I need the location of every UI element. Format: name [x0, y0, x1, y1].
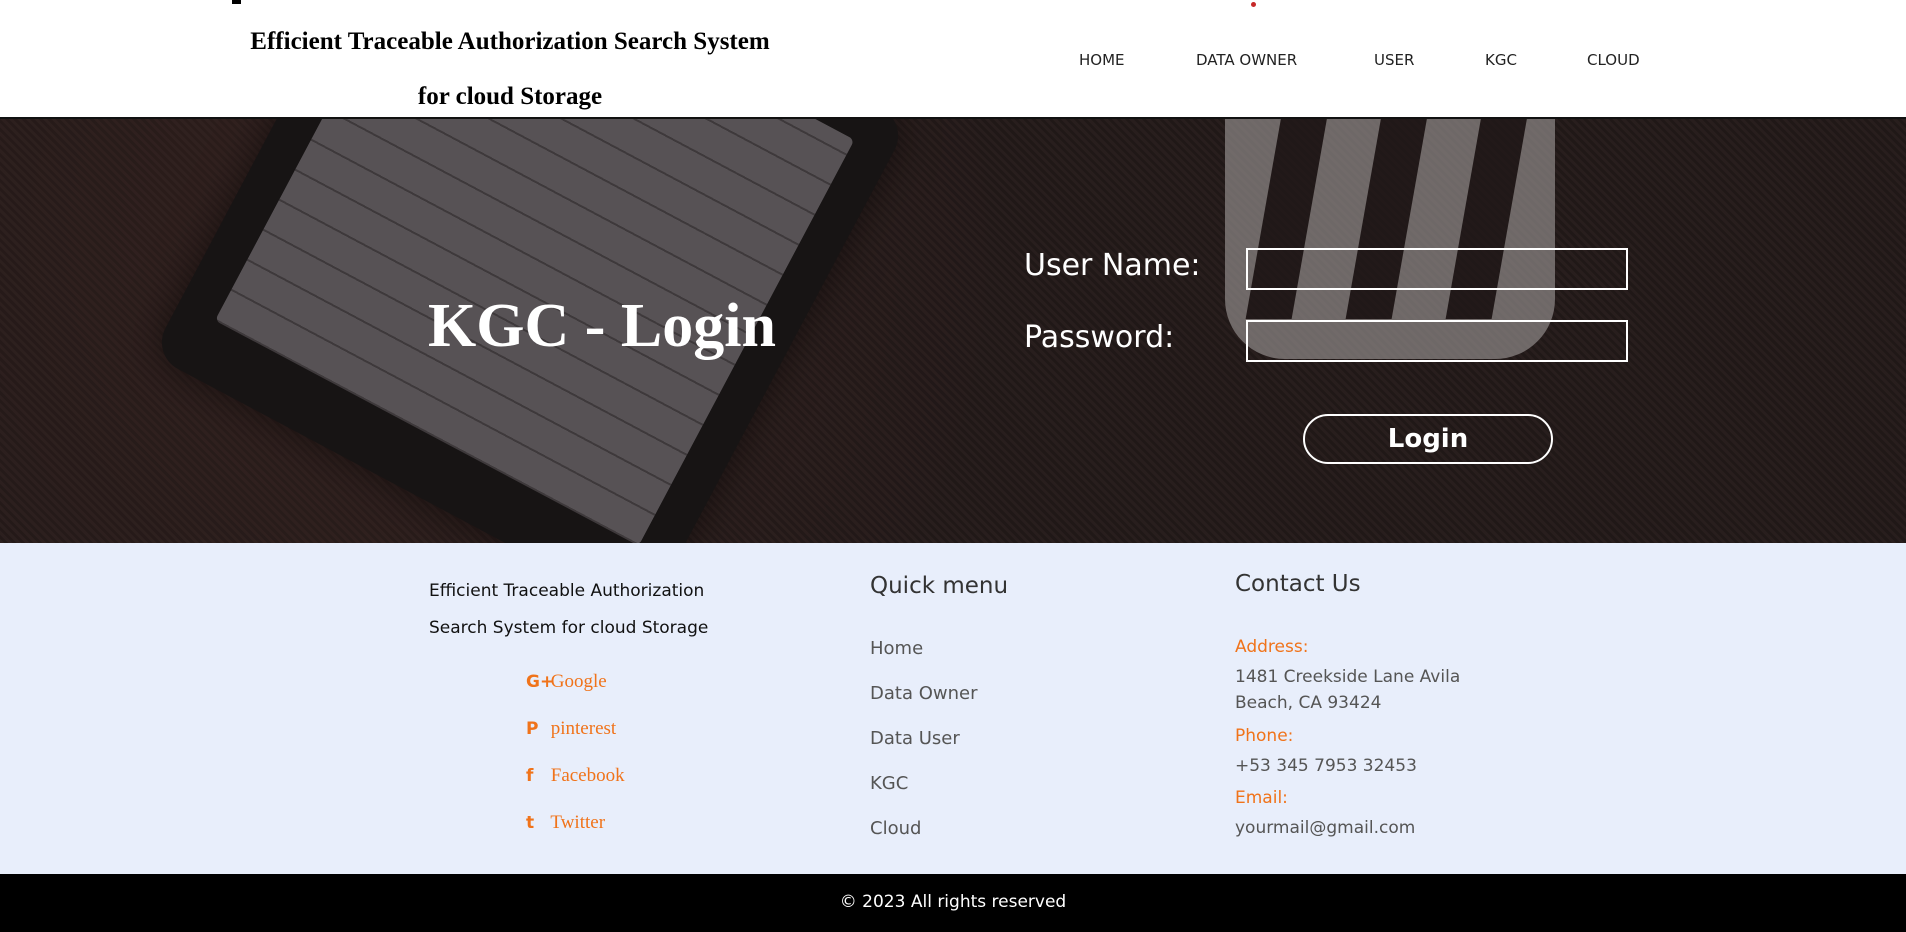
quick-menu-data-owner[interactable]: Data Owner — [870, 683, 977, 704]
contact-title: Contact Us — [1235, 571, 1361, 597]
facebook-icon: f — [526, 766, 534, 786]
social-link-twitter[interactable]: t Twitter — [526, 812, 605, 834]
phone-label: Phone: — [1235, 726, 1294, 746]
social-label: pinterest — [550, 718, 617, 739]
phone-value: +53 345 7953 32453 — [1235, 756, 1417, 776]
quick-menu-home[interactable]: Home — [870, 638, 923, 659]
address-label: Address: — [1235, 637, 1309, 657]
nav-data-owner[interactable]: DATA OWNER — [1196, 51, 1297, 69]
nav-kgc[interactable]: KGC — [1485, 51, 1517, 69]
social-label: Google — [550, 671, 607, 692]
site-title-line2: for cloud Storage — [417, 83, 603, 110]
social-link-pinterest[interactable]: P pinterest — [526, 718, 616, 740]
twitter-icon: t — [526, 813, 535, 833]
copyright-bar: © 2023 All rights reserved — [0, 874, 1906, 932]
copyright-text: © 2023 All rights reserved — [839, 892, 1067, 912]
google-plus-icon: G+ — [526, 672, 555, 692]
quick-menu-data-user[interactable]: Data User — [870, 728, 960, 749]
login-button[interactable]: Login — [1303, 414, 1553, 464]
username-label: User Name: — [1024, 248, 1201, 283]
decorative-mark — [232, 0, 241, 4]
site-footer: Efficient Traceable Authorization Search… — [0, 543, 1906, 874]
nav-cloud[interactable]: CLOUD — [1587, 51, 1640, 69]
username-input[interactable] — [1246, 248, 1628, 290]
site-title-line1: Efficient Traceable Authorization Search… — [250, 28, 770, 55]
password-label: Password: — [1024, 320, 1175, 355]
footer-about: Efficient Traceable Authorization Search… — [429, 573, 749, 647]
nav-home[interactable]: HOME — [1079, 51, 1125, 69]
footer-about-line1: Efficient Traceable Authorization — [429, 581, 705, 601]
decorative-dot — [1251, 2, 1256, 7]
social-link-facebook[interactable]: f Facebook — [526, 765, 625, 787]
site-header: Efficient Traceable Authorization Search… — [0, 0, 1906, 119]
quick-menu-title: Quick menu — [870, 573, 1009, 599]
quick-menu-kgc[interactable]: KGC — [870, 773, 908, 794]
address-value: 1481 Creekside Lane Avila Beach, CA 9342… — [1235, 667, 1461, 713]
social-label: Facebook — [550, 765, 625, 786]
nav-user[interactable]: USER — [1374, 51, 1414, 69]
login-hero: KGC - Login User Name: Password: Login — [0, 119, 1906, 543]
site-title: Efficient Traceable Authorization Search… — [230, 14, 790, 124]
social-link-google[interactable]: G+ Google — [526, 671, 607, 693]
page-title: KGC - Login — [428, 292, 776, 360]
social-label: Twitter — [550, 812, 606, 833]
email-value: yourmail@gmail.com — [1235, 818, 1416, 838]
email-label: Email: — [1235, 788, 1288, 808]
quick-menu-cloud[interactable]: Cloud — [870, 818, 921, 839]
pinterest-icon: P — [526, 719, 539, 739]
password-input[interactable] — [1246, 320, 1628, 362]
footer-about-line2: Search System for cloud Storage — [429, 618, 709, 638]
